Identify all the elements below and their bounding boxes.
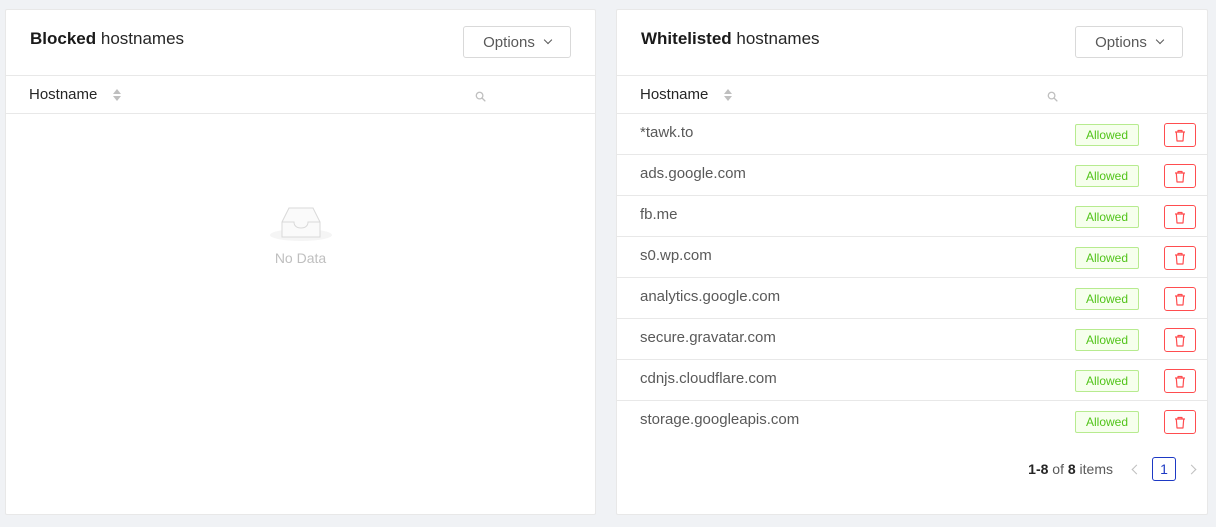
- blocked-hostnames-card: Blocked hostnames Options Hostname No Da…: [5, 9, 596, 515]
- pagination: 1-8 of 8 items 1: [1028, 457, 1197, 481]
- hostname-cell: cdnjs.cloudflare.com: [640, 370, 777, 387]
- hostname-cell: *tawk.to: [640, 124, 694, 141]
- search-icon[interactable]: [475, 91, 486, 102]
- trash-icon: [1175, 334, 1185, 347]
- column-header-hostname: Hostname: [640, 86, 709, 103]
- status-badge: Allowed: [1075, 411, 1139, 433]
- trash-icon: [1175, 170, 1185, 183]
- card-title: Whitelisted hostnames: [641, 29, 820, 48]
- status-badge: Allowed: [1075, 288, 1139, 310]
- chevron-down-icon: [1155, 35, 1165, 45]
- hostname-cell: fb.me: [640, 206, 678, 223]
- delete-button[interactable]: [1164, 246, 1196, 270]
- status-badge: Allowed: [1075, 247, 1139, 269]
- table-row: fb.me Allowed: [617, 196, 1207, 237]
- hostname-cell: s0.wp.com: [640, 247, 712, 264]
- delete-button[interactable]: [1164, 328, 1196, 352]
- trash-icon: [1175, 129, 1185, 142]
- table-header: Hostname: [617, 76, 1207, 114]
- delete-button[interactable]: [1164, 164, 1196, 188]
- delete-button[interactable]: [1164, 287, 1196, 311]
- status-badge: Allowed: [1075, 124, 1139, 146]
- trash-icon: [1175, 416, 1185, 429]
- chevron-right-icon[interactable]: [1186, 464, 1197, 474]
- trash-icon: [1175, 293, 1185, 306]
- status-badge: Allowed: [1075, 370, 1139, 392]
- whitelisted-hostnames-card: Whitelisted hostnames Options Hostname *…: [616, 9, 1208, 515]
- page-item-1[interactable]: 1: [1152, 457, 1176, 481]
- hostname-cell: secure.gravatar.com: [640, 329, 776, 346]
- empty-state: No Data: [6, 200, 595, 266]
- trash-icon: [1175, 211, 1185, 224]
- hostname-cell: analytics.google.com: [640, 288, 781, 305]
- chevron-down-icon: [543, 35, 553, 45]
- table-row: analytics.google.com Allowed: [617, 278, 1207, 319]
- table-header: Hostname: [6, 76, 595, 114]
- table-row: s0.wp.com Allowed: [617, 237, 1207, 278]
- column-header-hostname: Hostname: [29, 86, 98, 103]
- card-title: Blocked hostnames: [30, 29, 185, 48]
- hostname-cell: ads.google.com: [640, 165, 746, 182]
- delete-button[interactable]: [1164, 410, 1196, 434]
- trash-icon: [1175, 252, 1185, 265]
- card-header: Blocked hostnames Options: [6, 10, 595, 76]
- table-row: ads.google.com Allowed: [617, 155, 1207, 196]
- delete-button[interactable]: [1164, 369, 1196, 393]
- sort-icon[interactable]: [113, 89, 121, 103]
- empty-inbox-icon: [269, 207, 332, 241]
- search-icon[interactable]: [1047, 91, 1058, 102]
- pagination-total: 1-8 of 8 items: [1028, 461, 1113, 477]
- status-badge: Allowed: [1075, 206, 1139, 228]
- table-row: cdnjs.cloudflare.com Allowed: [617, 360, 1207, 401]
- delete-button[interactable]: [1164, 205, 1196, 229]
- empty-text: No Data: [274, 250, 327, 266]
- status-badge: Allowed: [1075, 329, 1139, 351]
- table-row: *tawk.to Allowed: [617, 114, 1207, 155]
- options-button[interactable]: Options: [463, 26, 571, 58]
- trash-icon: [1175, 375, 1185, 388]
- card-header: Whitelisted hostnames Options: [617, 10, 1207, 76]
- table-row: storage.googleapis.com Allowed: [617, 401, 1207, 442]
- chevron-left-icon[interactable]: [1131, 464, 1142, 474]
- hostname-cell: storage.googleapis.com: [640, 411, 800, 428]
- delete-button[interactable]: [1164, 123, 1196, 147]
- status-badge: Allowed: [1075, 165, 1139, 187]
- sort-icon[interactable]: [724, 89, 732, 103]
- table-body: *tawk.to Allowed ads.google.com Allowed …: [617, 114, 1207, 442]
- table-row: secure.gravatar.com Allowed: [617, 319, 1207, 360]
- options-button[interactable]: Options: [1075, 26, 1183, 58]
